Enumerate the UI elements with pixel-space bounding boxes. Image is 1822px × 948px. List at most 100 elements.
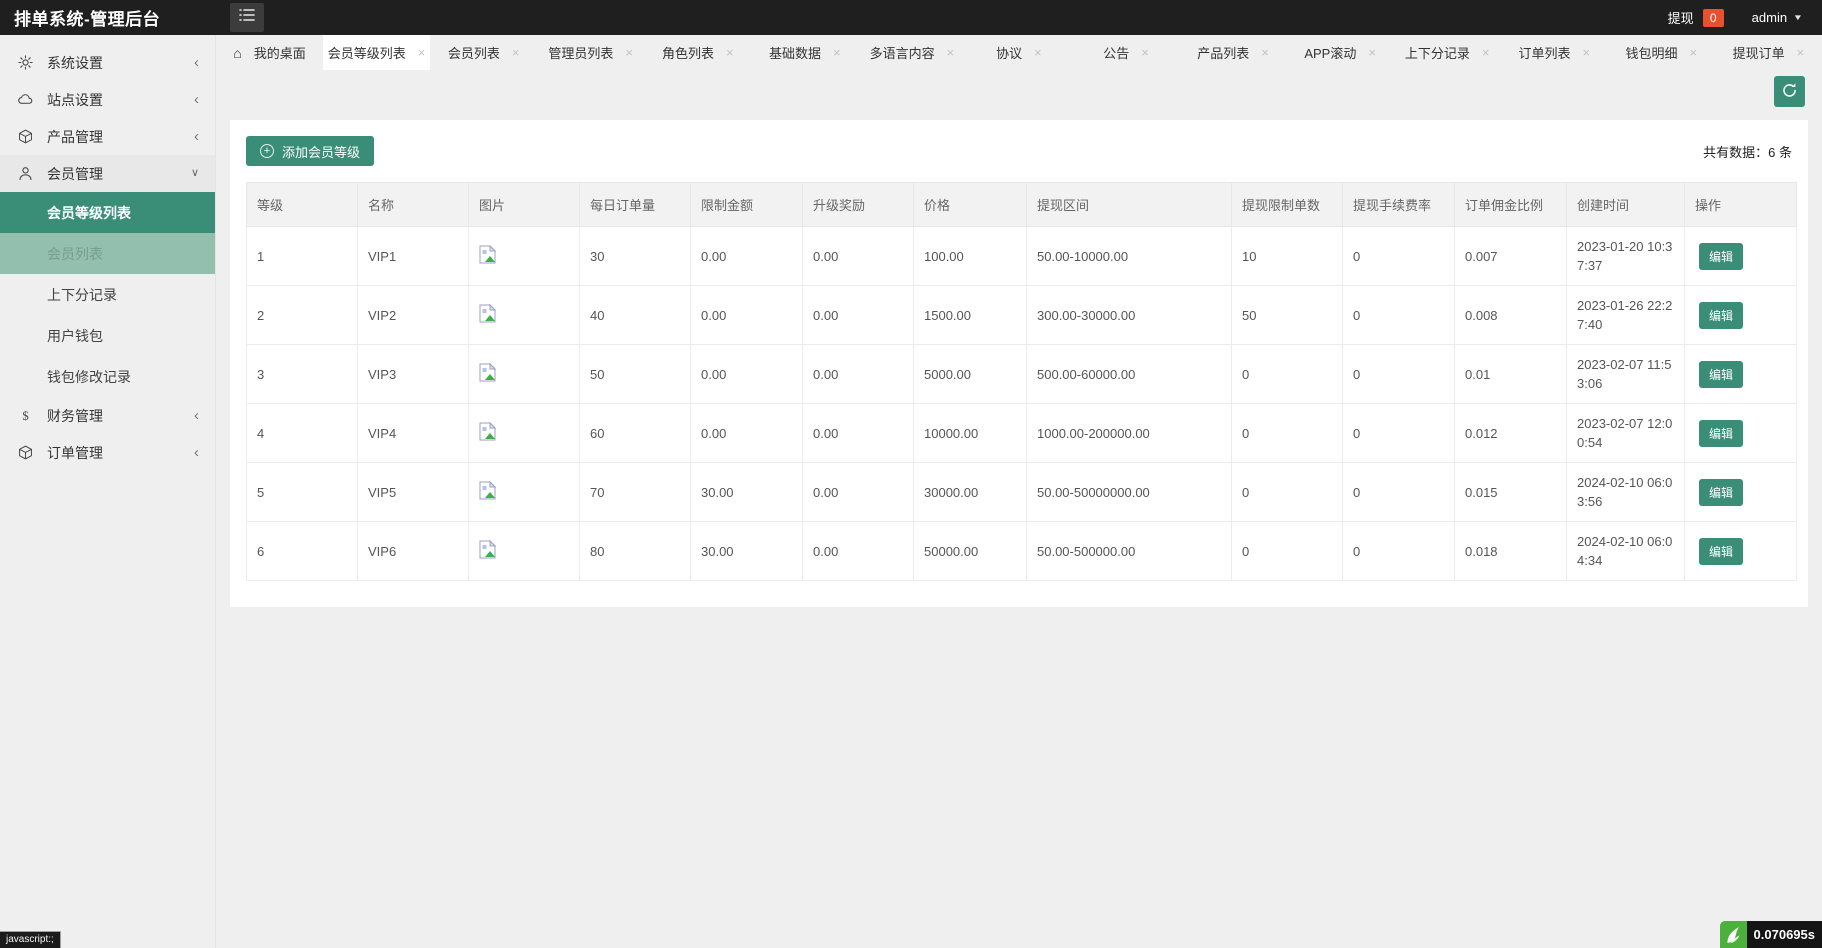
close-icon[interactable]: ×	[1582, 45, 1590, 60]
tab-app-scroll[interactable]: APP滚动×	[1287, 35, 1394, 70]
chevron-down-icon: ∨	[191, 168, 199, 179]
sidebar-submenu: 会员等级列表会员列表上下分记录用户钱包钱包修改记录	[0, 192, 215, 397]
sidebar-item-member-list[interactable]: 会员列表	[0, 233, 215, 274]
cell-upgrade-reward: 0.00	[803, 522, 914, 581]
close-icon[interactable]: ×	[1690, 45, 1698, 60]
tab-order-list[interactable]: 订单列表×	[1501, 35, 1608, 70]
close-icon[interactable]: ×	[947, 45, 955, 60]
cell-price: 50000.00	[914, 522, 1027, 581]
caret-down-icon: ▼	[1793, 13, 1803, 22]
edit-button[interactable]: 编辑	[1699, 420, 1743, 447]
sidebar-toggle-button[interactable]	[230, 3, 264, 32]
cell-withdraw-fee-rate: 0	[1343, 463, 1455, 522]
cell-name: VIP4	[358, 404, 469, 463]
tab-multilingual-content[interactable]: 多语言内容×	[858, 35, 965, 70]
sidebar-item-site-settings[interactable]: 站点设置‹	[0, 81, 215, 118]
sidebar-item-member-management[interactable]: 会员管理∨	[0, 155, 215, 192]
tab-basic-data[interactable]: 基础数据×	[751, 35, 858, 70]
trace-logo-icon[interactable]	[1720, 921, 1747, 948]
cell-actions: 编辑	[1685, 522, 1797, 581]
home-icon: ⌂	[233, 46, 241, 60]
cell-image	[469, 345, 580, 404]
member-level-table: 等级名称图片每日订单量限制金额升级奖励价格提现区间提现限制单数提现手续费率订单佣…	[246, 182, 1797, 581]
sidebar-subitem-label: 会员等级列表	[47, 203, 131, 223]
cell-name: VIP2	[358, 286, 469, 345]
table-row: 5VIP57030.000.0030000.0050.00-50000000.0…	[247, 463, 1797, 522]
column-header: 价格	[914, 183, 1027, 227]
cell-actions: 编辑	[1685, 227, 1797, 286]
svg-text:$: $	[22, 409, 28, 423]
close-icon[interactable]: ×	[1261, 45, 1269, 60]
sidebar-item-updown-records[interactable]: 上下分记录	[0, 274, 215, 315]
sidebar-item-order-management[interactable]: 订单管理‹	[0, 434, 215, 471]
tab-member-list[interactable]: 会员列表 ×	[430, 35, 537, 70]
tab-updown-records[interactable]: 上下分记录 ×	[1394, 35, 1501, 70]
chevron-left-icon: ‹	[194, 129, 199, 144]
tab-role-list[interactable]: 角色列表×	[644, 35, 751, 70]
close-icon[interactable]: ×	[1797, 45, 1805, 60]
tab-label: 协议	[996, 43, 1022, 62]
add-button-label: 添加会员等级	[282, 142, 360, 161]
withdraw-link[interactable]: 提现 0	[1668, 8, 1724, 27]
tab-agreement[interactable]: 协议 ×	[965, 35, 1072, 70]
cell-daily-orders: 60	[580, 404, 691, 463]
close-icon[interactable]: ×	[512, 45, 520, 60]
close-icon[interactable]: ×	[726, 45, 734, 60]
app-window: 排单系统-管理后台 提现 0 admin ▼ 系统设置‹站点设置‹产品管理‹会员…	[0, 0, 1822, 948]
cell-withdraw-fee-rate: 0	[1343, 286, 1455, 345]
close-icon[interactable]: ×	[1368, 45, 1376, 60]
table-row: 2VIP2400.000.001500.00300.00-30000.00500…	[247, 286, 1797, 345]
tab-member-level-list[interactable]: 会员等级列表×	[323, 35, 430, 70]
tab-wallet-detail[interactable]: 钱包明细×	[1608, 35, 1715, 70]
cell-created-at: 2023-01-26 22:27:40	[1567, 286, 1685, 345]
cell-level: 1	[247, 227, 358, 286]
close-icon[interactable]: ×	[1034, 45, 1042, 60]
cell-withdraw-limit-count: 0	[1232, 522, 1343, 581]
user-menu[interactable]: admin ▼	[1752, 10, 1802, 25]
tab-label: 上下分记录	[1405, 43, 1470, 62]
sidebar-item-product-management[interactable]: 产品管理‹	[0, 118, 215, 155]
sidebar-item-wallet-edit-records[interactable]: 钱包修改记录	[0, 356, 215, 397]
close-icon[interactable]: ×	[833, 45, 841, 60]
tab-admin-list[interactable]: 管理员列表×	[537, 35, 644, 70]
cell-limit-amount: 0.00	[691, 345, 803, 404]
tab-withdraw-orders[interactable]: 提现订单 ×	[1715, 35, 1822, 70]
cell-price: 100.00	[914, 227, 1027, 286]
close-icon[interactable]: ×	[418, 45, 426, 60]
refresh-button[interactable]	[1774, 76, 1805, 107]
edit-button[interactable]: 编辑	[1699, 538, 1743, 565]
withdraw-label: 提现	[1668, 8, 1694, 27]
column-header: 订单佣金比例	[1455, 183, 1567, 227]
tab-announcement[interactable]: 公告×	[1073, 35, 1180, 70]
tab-my-desktop[interactable]: ⌂我的桌面	[216, 35, 323, 70]
close-icon[interactable]: ×	[1482, 45, 1490, 60]
tab-label: 会员列表	[448, 43, 500, 62]
total-count-text: 共有数据：6 条	[1703, 142, 1792, 161]
cell-withdraw-range: 1000.00-200000.00	[1027, 404, 1232, 463]
column-header: 创建时间	[1567, 183, 1685, 227]
cell-actions: 编辑	[1685, 463, 1797, 522]
cube-icon	[16, 444, 34, 462]
edit-button[interactable]: 编辑	[1699, 479, 1743, 506]
sidebar-subitem-label: 钱包修改记录	[47, 367, 131, 387]
cell-created-at: 2024-02-10 06:03:56	[1567, 463, 1685, 522]
tab-label: 提现订单	[1733, 43, 1785, 62]
edit-button[interactable]: 编辑	[1699, 243, 1743, 270]
sidebar-item-system-settings[interactable]: 系统设置‹	[0, 44, 215, 81]
cell-withdraw-range: 50.00-50000000.00	[1027, 463, 1232, 522]
broken-image-icon	[479, 304, 496, 323]
sidebar-item-finance-management[interactable]: $财务管理‹	[0, 397, 215, 434]
edit-button[interactable]: 编辑	[1699, 361, 1743, 388]
sidebar-item-member-level-list[interactable]: 会员等级列表	[0, 192, 215, 233]
cell-commission-ratio: 0.008	[1455, 286, 1567, 345]
cloud-icon	[16, 91, 34, 109]
sidebar-item-user-wallet[interactable]: 用户钱包	[0, 315, 215, 356]
add-member-level-button[interactable]: + 添加会员等级	[246, 136, 374, 166]
close-icon[interactable]: ×	[1141, 45, 1149, 60]
close-icon[interactable]: ×	[625, 45, 633, 60]
tab-product-list[interactable]: 产品列表×	[1180, 35, 1287, 70]
edit-button[interactable]: 编辑	[1699, 302, 1743, 329]
broken-image-icon	[479, 481, 496, 500]
broken-image-icon	[479, 422, 496, 441]
chevron-left-icon: ‹	[194, 92, 199, 107]
